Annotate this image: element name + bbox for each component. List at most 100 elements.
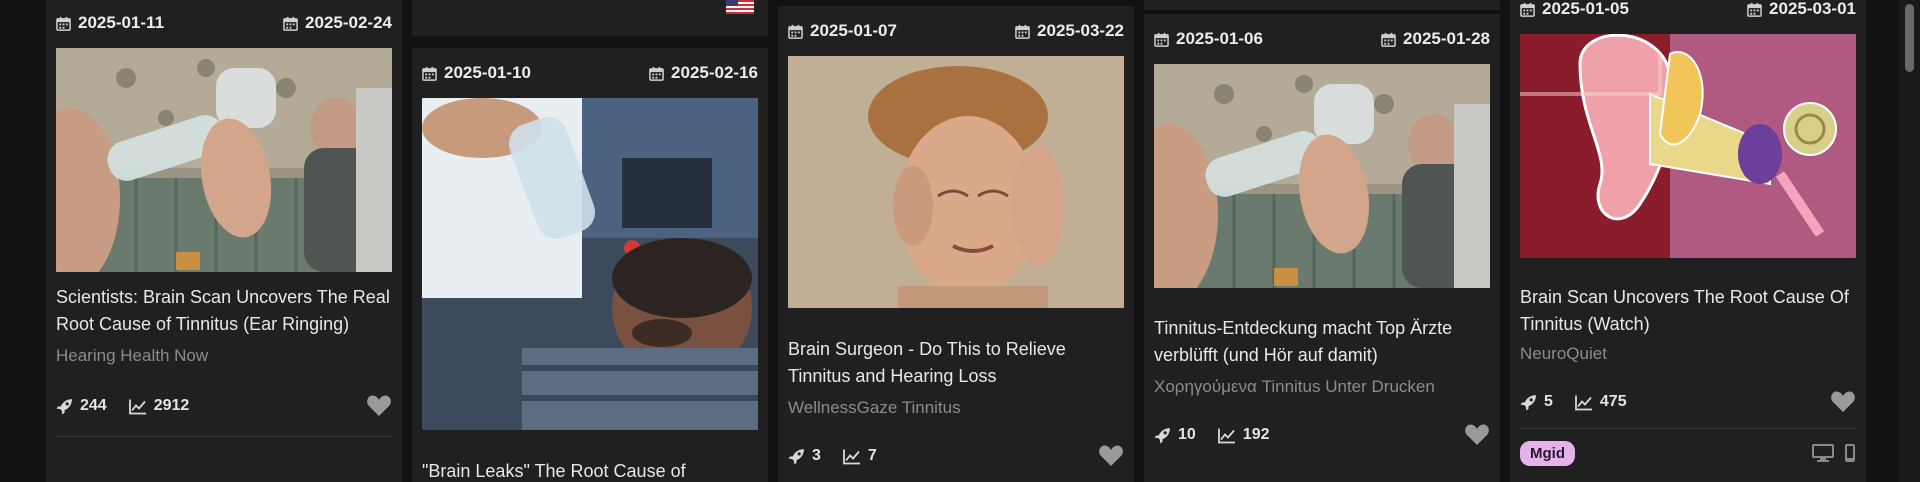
- views-count: 475: [1599, 393, 1627, 410]
- ad-thumbnail[interactable]: [1154, 64, 1490, 288]
- views-stat: 475: [1575, 393, 1627, 411]
- heart-icon[interactable]: [1098, 444, 1124, 468]
- card-dates: 2025-01-05 2025-03-01: [1520, 0, 1856, 34]
- card-dates: 2025-01-06 2025-01-28: [1154, 14, 1490, 64]
- end-date: 2025-01-28: [1381, 29, 1490, 49]
- ad-thumbnail[interactable]: [56, 48, 392, 272]
- end-date-text: 2025-03-22: [1037, 21, 1124, 40]
- rocket-icon: [56, 398, 72, 414]
- ad-card[interactable]: 2025-01-11 2025-02-24 Scientists: Brain …: [46, 0, 402, 482]
- calendar-icon: [283, 16, 298, 31]
- boost-count: 3: [812, 447, 821, 464]
- rocket-icon: [1520, 394, 1536, 410]
- card-dates: 2025-01-07 2025-03-22: [788, 6, 1124, 56]
- end-date-text: 2025-01-28: [1403, 29, 1490, 48]
- calendar-icon: [788, 24, 803, 39]
- ad-footer: Mgid: [1520, 437, 1856, 469]
- rocket-icon: [1154, 427, 1170, 443]
- views-stat: 2912: [128, 397, 190, 415]
- stat-group: 244 2912: [56, 397, 189, 415]
- stat-group: 10 192: [1154, 426, 1270, 444]
- chart-line-icon: [1575, 395, 1592, 410]
- chart-line-icon: [1217, 428, 1235, 443]
- chart-line-icon: [843, 449, 860, 464]
- start-date: 2025-01-10: [422, 63, 531, 83]
- desktop-icon: [1812, 444, 1834, 462]
- network-badge: Mgid: [1520, 440, 1575, 466]
- card-divider: [56, 436, 392, 437]
- ad-card-previous[interactable]: [412, 0, 768, 36]
- calendar-icon: [649, 66, 664, 81]
- ad-card[interactable]: 2025-01-06 2025-01-28 Tinnitus-Entdeckun…: [1144, 14, 1500, 482]
- ad-stats: 244 2912: [56, 390, 392, 422]
- boost-stat: 10: [1154, 426, 1196, 444]
- scrollbar[interactable]: [1898, 0, 1920, 482]
- calendar-icon: [1747, 2, 1762, 17]
- boost-stat: 244: [56, 397, 107, 415]
- end-date: 2025-03-01: [1747, 0, 1856, 19]
- ad-thumbnail[interactable]: [422, 98, 758, 430]
- scrollbar-thumb[interactable]: [1905, 4, 1914, 72]
- card-column-4: 2025-01-06 2025-01-28 Tinnitus-Entdeckun…: [1144, 0, 1500, 482]
- ad-title[interactable]: Tinnitus-Entdeckung macht Top Ärzte verb…: [1154, 315, 1490, 369]
- calendar-icon: [56, 16, 71, 31]
- ad-title[interactable]: Brain Surgeon - Do This to Relieve Tinni…: [788, 336, 1124, 390]
- heart-icon[interactable]: [366, 394, 392, 418]
- thumbnail-image: [1520, 34, 1856, 258]
- ad-thumbnail[interactable]: [788, 56, 1124, 308]
- boost-count: 5: [1544, 393, 1553, 410]
- views-stat: 7: [843, 447, 877, 465]
- calendar-icon: [1520, 2, 1535, 17]
- start-date: 2025-01-07: [788, 21, 897, 41]
- device-icons: [1812, 443, 1856, 463]
- ad-card[interactable]: 2025-01-07 2025-03-22 Brain Surgeon - Do…: [778, 6, 1134, 482]
- ad-card-previous[interactable]: [1144, 0, 1500, 10]
- end-date: 2025-02-24: [283, 13, 392, 33]
- start-date-text: 2025-01-10: [444, 63, 531, 82]
- thumbnail-image: [788, 56, 1124, 308]
- views-count: 192: [1242, 426, 1270, 443]
- end-date: 2025-03-22: [1015, 21, 1124, 41]
- calendar-icon: [1015, 24, 1030, 39]
- views-count: 7: [867, 447, 877, 464]
- start-date-text: 2025-01-06: [1176, 29, 1263, 48]
- stat-group: 5 475: [1520, 393, 1627, 411]
- start-date-text: 2025-01-05: [1542, 0, 1629, 18]
- ad-title[interactable]: Scientists: Brain Scan Uncovers The Real…: [56, 284, 392, 338]
- card-divider: [1520, 428, 1856, 429]
- heart-icon[interactable]: [1464, 423, 1490, 447]
- end-date-text: 2025-02-16: [671, 63, 758, 82]
- heart-icon[interactable]: [1830, 390, 1856, 414]
- end-date-text: 2025-02-24: [305, 13, 392, 32]
- card-column-2: 2025-01-10 2025-02-16 "Brain Leaks" The …: [412, 0, 768, 482]
- boost-count: 244: [80, 397, 107, 414]
- ad-card[interactable]: 2025-01-10 2025-02-16 "Brain Leaks" The …: [412, 48, 768, 482]
- ad-thumbnail[interactable]: [1520, 34, 1856, 258]
- start-date: 2025-01-05: [1520, 0, 1629, 19]
- card-dates: 2025-01-11 2025-02-24: [56, 0, 392, 48]
- card-column-1: 2025-01-11 2025-02-24 Scientists: Brain …: [46, 0, 402, 482]
- thumbnail-image: [422, 98, 758, 430]
- ad-source: WellnessGaze Tinnitus: [788, 398, 961, 417]
- ad-source: Χορηγούμενα Tinnitus Unter Drucken: [1154, 377, 1435, 396]
- calendar-icon: [1381, 32, 1396, 47]
- end-date: 2025-02-16: [649, 63, 758, 83]
- us-flag-icon: [726, 0, 754, 14]
- end-date-text: 2025-03-01: [1769, 0, 1856, 18]
- views-count: 2912: [153, 397, 190, 414]
- ad-title[interactable]: Brain Scan Uncovers The Root Cause Of Ti…: [1520, 284, 1856, 338]
- ad-title[interactable]: "Brain Leaks" The Root Cause of: [422, 458, 758, 482]
- thumbnail-image: [56, 48, 392, 272]
- calendar-icon: [1154, 32, 1169, 47]
- card-dates: 2025-01-10 2025-02-16: [422, 48, 758, 98]
- card-column-3: 2025-01-07 2025-03-22 Brain Surgeon - Do…: [778, 0, 1134, 482]
- boost-stat: 5: [1520, 393, 1553, 411]
- ad-source: NeuroQuiet: [1520, 344, 1607, 363]
- card-column-5: 2025-01-05 2025-03-01 Brain Scan Uncover…: [1510, 0, 1866, 482]
- mobile-icon: [1845, 444, 1855, 462]
- ad-stats: 10 192: [1154, 419, 1490, 451]
- chart-line-icon: [128, 399, 146, 414]
- ad-card[interactable]: 2025-01-05 2025-03-01 Brain Scan Uncover…: [1510, 0, 1866, 482]
- start-date-text: 2025-01-07: [810, 21, 897, 40]
- start-date-text: 2025-01-11: [78, 13, 165, 32]
